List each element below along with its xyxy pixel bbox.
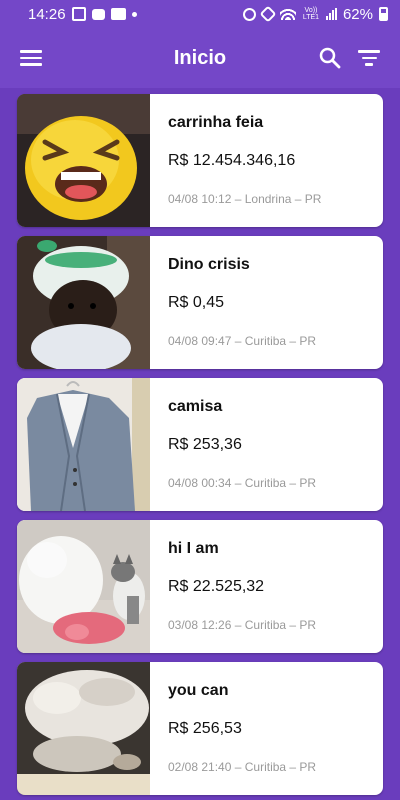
volte-icon: Vo)) LTE1 bbox=[302, 7, 320, 21]
status-left: 14:26 bbox=[28, 6, 137, 23]
chat-icon bbox=[91, 8, 105, 20]
listing-meta: 04/08 00:34 – Curitiba – PR bbox=[168, 476, 317, 490]
menu-button[interactable] bbox=[20, 50, 42, 66]
listing-card[interactable]: carrinha feia R$ 12.454.346,16 04/08 10:… bbox=[17, 94, 383, 227]
filter-button[interactable] bbox=[358, 50, 380, 68]
listing-title: you can bbox=[168, 682, 229, 699]
image-icon bbox=[71, 7, 86, 21]
listing-info: Dino crisis R$ 0,45 04/08 09:47 – Curiti… bbox=[150, 236, 316, 369]
listing-card[interactable]: camisa R$ 253,36 04/08 00:34 – Curitiba … bbox=[17, 378, 383, 511]
page-title: Inicio bbox=[173, 46, 227, 69]
listing-info: you can R$ 256,53 02/08 21:40 – Curitiba… bbox=[150, 662, 316, 795]
listing-title: carrinha feia bbox=[168, 114, 264, 131]
wifi-icon bbox=[279, 8, 296, 20]
outlook-icon bbox=[110, 8, 126, 20]
listing-card[interactable]: you can R$ 256,53 02/08 21:40 – Curitiba… bbox=[17, 662, 383, 795]
listing-card[interactable]: hi I am R$ 22.525,32 03/08 12:26 – Curit… bbox=[17, 520, 383, 653]
status-right: Vo)) LTE1 62% bbox=[242, 5, 388, 23]
listing-price: R$ 256,53 bbox=[168, 720, 242, 737]
listing-price: R$ 253,36 bbox=[168, 436, 242, 453]
listing-info: hi I am R$ 22.525,32 03/08 12:26 – Curit… bbox=[150, 520, 316, 653]
listing-info: carrinha feia R$ 12.454.346,16 04/08 10:… bbox=[150, 94, 321, 227]
search-button[interactable] bbox=[318, 46, 342, 70]
listing-meta: 02/08 21:40 – Curitiba – PR bbox=[168, 760, 317, 774]
listing-info: camisa R$ 253,36 04/08 00:34 – Curitiba … bbox=[150, 378, 316, 511]
battery-percent: 62% bbox=[342, 5, 373, 23]
listing-price: R$ 22.525,32 bbox=[168, 578, 265, 595]
menu-icon-bar bbox=[20, 56, 42, 59]
dot-icon bbox=[131, 11, 137, 17]
listing-price: R$ 0,45 bbox=[168, 294, 225, 311]
crying-emoji-plush-photo bbox=[17, 94, 150, 227]
status-time: 14:26 bbox=[28, 5, 66, 23]
white-dog-and-kitten-photo bbox=[17, 520, 150, 653]
listing-meta: 04/08 10:12 – Londrina – PR bbox=[168, 192, 322, 206]
filter-icon-bar bbox=[361, 56, 377, 59]
listing-price: R$ 12.454.346,16 bbox=[168, 152, 296, 169]
app-bar: Inicio bbox=[0, 28, 400, 88]
status-bar: 14:26 Vo)) LTE1 62% bbox=[0, 0, 400, 28]
listing-meta: 03/08 12:26 – Curitiba – PR bbox=[168, 618, 317, 632]
mute-icon bbox=[259, 5, 277, 23]
sleeping-white-dog-photo bbox=[17, 662, 150, 795]
filter-icon-bar bbox=[365, 63, 373, 66]
listing-meta: 04/08 09:47 – Curitiba – PR bbox=[168, 334, 317, 348]
menu-icon-bar bbox=[20, 63, 42, 66]
signal-icon bbox=[325, 8, 337, 20]
search-icon bbox=[319, 47, 341, 69]
listing-list: carrinha feia R$ 12.454.346,16 04/08 10:… bbox=[0, 88, 400, 800]
gray-blazer-on-hanger-photo bbox=[17, 378, 150, 511]
listing-card[interactable]: Dino crisis R$ 0,45 04/08 09:47 – Curiti… bbox=[17, 236, 383, 369]
filter-icon-bar bbox=[358, 50, 380, 53]
alarm-icon bbox=[242, 7, 256, 21]
listing-title: camisa bbox=[168, 398, 223, 415]
puppy-in-dinosaur-hat-photo bbox=[17, 236, 150, 369]
menu-icon-bar bbox=[20, 50, 42, 53]
listing-title: Dino crisis bbox=[168, 256, 250, 273]
battery-icon bbox=[379, 7, 388, 21]
listing-title: hi I am bbox=[168, 540, 219, 557]
